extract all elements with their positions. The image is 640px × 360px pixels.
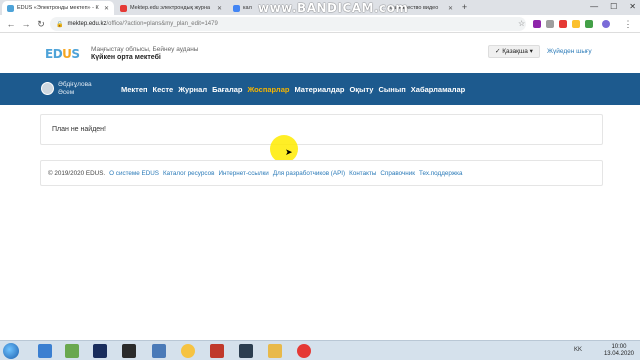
system-tray: KK — [574, 347, 582, 353]
user-last-name: Әсем — [58, 89, 75, 96]
tab-label: кал — [243, 5, 252, 11]
extension-icon[interactable] — [572, 20, 580, 28]
nav-menu: Мектеп Кесте Журнал Бағалар Жоспарлар Ма… — [121, 85, 465, 94]
tab-label: Mektep.edu электрондық журна — [130, 5, 211, 11]
window-controls: — ☐ ✕ — [590, 2, 636, 11]
footer-link-internet[interactable]: Интернет-ссылки — [218, 170, 268, 177]
clock-date: 13.04.2020 — [603, 351, 634, 357]
footer-link-catalog[interactable]: Каталог ресурсов — [163, 170, 214, 177]
app-icon[interactable] — [152, 344, 166, 358]
start-button[interactable] — [3, 343, 19, 359]
browser-tab-strip: EDUS «Электронды мектеп» - К ✕ Mektep.ed… — [0, 0, 640, 15]
extension-icon[interactable] — [533, 20, 541, 28]
logout-link[interactable]: Жүйеден шығу — [547, 48, 592, 55]
nav-item-class[interactable]: Сынып — [378, 85, 405, 94]
site-footer: © 2019/2020 EDUS. О системе EDUS Каталог… — [40, 160, 603, 186]
nav-item-school[interactable]: Мектеп — [121, 85, 148, 94]
url-path: /office/?action=plans&my_plan_edit=1479 — [106, 21, 218, 27]
maximize-button[interactable]: ☐ — [610, 2, 617, 11]
address-bar-row: ← → ↻ 🔒 mektep.edu.kz /office/?action=pl… — [0, 15, 640, 33]
new-tab-button[interactable]: + — [459, 2, 470, 13]
nav-item-grades[interactable]: Бағалар — [212, 85, 242, 94]
empty-state-message: План не найден! — [52, 126, 106, 133]
nav-item-journal[interactable]: Журнал — [178, 85, 207, 94]
close-window-button[interactable]: ✕ — [629, 2, 636, 11]
youtube-favicon-icon — [120, 4, 127, 12]
nav-item-plans[interactable]: Жоспарлар — [248, 85, 290, 94]
google-favicon-icon — [233, 4, 240, 12]
close-tab-icon[interactable]: ✕ — [214, 5, 222, 12]
minimize-button[interactable]: — — [590, 2, 598, 11]
tab-google-1[interactable]: кал — [228, 1, 256, 15]
photoshop-icon[interactable] — [93, 344, 107, 358]
forward-arrow-icon[interactable]: → — [20, 18, 32, 30]
language-dropdown[interactable]: ✓ Қазақша ▾ — [488, 45, 540, 58]
language-indicator[interactable]: KK — [574, 347, 582, 353]
back-arrow-icon[interactable]: ← — [5, 18, 17, 30]
url-field[interactable]: 🔒 mektep.edu.kz /office/?action=plans&my… — [50, 17, 526, 31]
reload-icon[interactable]: ↻ — [35, 18, 47, 30]
extension-icon[interactable] — [546, 20, 554, 28]
chrome-icon[interactable] — [297, 344, 311, 358]
bandicam-watermark: www.BANDICAM.com — [258, 1, 409, 15]
folder-icon[interactable] — [268, 344, 282, 358]
app-icon[interactable] — [65, 344, 79, 358]
footer-link-contacts[interactable]: Контакты — [349, 170, 376, 177]
close-tab-icon[interactable]: ✕ — [101, 5, 109, 12]
user-first-name: Әбдіғұлова — [58, 81, 92, 88]
footer-link-support[interactable]: Тех.поддержка — [419, 170, 463, 177]
tab-label: EDUS «Электронды мектеп» - К — [17, 5, 99, 11]
url-host: mektep.edu.kz — [67, 21, 107, 27]
footer-link-reference[interactable]: Справочник — [380, 170, 415, 177]
extension-icon[interactable] — [585, 20, 593, 28]
nav-item-learning[interactable]: Оқыту — [349, 85, 373, 94]
school-region: Маңғыстау облысы, Бейнеу ауданы — [91, 46, 199, 53]
bookmark-star-icon[interactable]: ☆ — [518, 19, 525, 28]
mouse-pointer-icon: ➤ — [285, 147, 293, 157]
close-tab-icon[interactable]: ✕ — [445, 5, 453, 12]
school-name: Күйкен орта мектебі — [91, 54, 161, 61]
main-navigation: Әбдіғұлова Әсем Мектеп Кесте Журнал Баға… — [0, 73, 640, 105]
user-avatar[interactable] — [41, 82, 54, 95]
user-name[interactable]: Әбдіғұлова Әсем — [58, 81, 92, 97]
edus-logo[interactable]: EDUS — [45, 47, 80, 61]
cursor-highlight — [270, 135, 298, 163]
app-icon[interactable] — [181, 344, 195, 358]
nav-item-materials[interactable]: Материалдар — [294, 85, 344, 94]
clock-time: 10:00 — [611, 344, 627, 350]
site-header: EDUS Маңғыстау облысы, Бейнеу ауданы Күй… — [0, 34, 640, 73]
lock-icon: 🔒 — [56, 21, 64, 28]
plan-panel: План не найден! — [40, 114, 603, 145]
tab-edus[interactable]: EDUS «Электронды мектеп» - К ✕ — [2, 1, 114, 15]
clock[interactable]: 10:00 13.04.2020 — [604, 344, 634, 358]
menu-dots-icon[interactable]: ⋮ — [622, 18, 634, 30]
nav-item-schedule[interactable]: Кесте — [153, 85, 174, 94]
tab-youtube[interactable]: Mektep.edu электрондық журна ✕ — [115, 1, 227, 15]
footer-link-api[interactable]: Для разработчиков (API) — [273, 170, 345, 177]
footer-copyright: © 2019/2020 EDUS. — [48, 169, 106, 177]
nav-item-messages[interactable]: Хабарламалар — [411, 85, 465, 94]
app-icon[interactable] — [239, 344, 253, 358]
ie-icon[interactable] — [38, 344, 52, 358]
edus-favicon-icon — [7, 4, 14, 12]
media-player-icon[interactable] — [122, 344, 136, 358]
bandicam-icon[interactable] — [210, 344, 224, 358]
extension-icon[interactable] — [559, 20, 567, 28]
footer-link-about[interactable]: О системе EDUS — [109, 170, 159, 177]
profile-avatar-icon[interactable] — [602, 20, 610, 28]
windows-taskbar: KK 10:00 13.04.2020 — [0, 340, 640, 360]
